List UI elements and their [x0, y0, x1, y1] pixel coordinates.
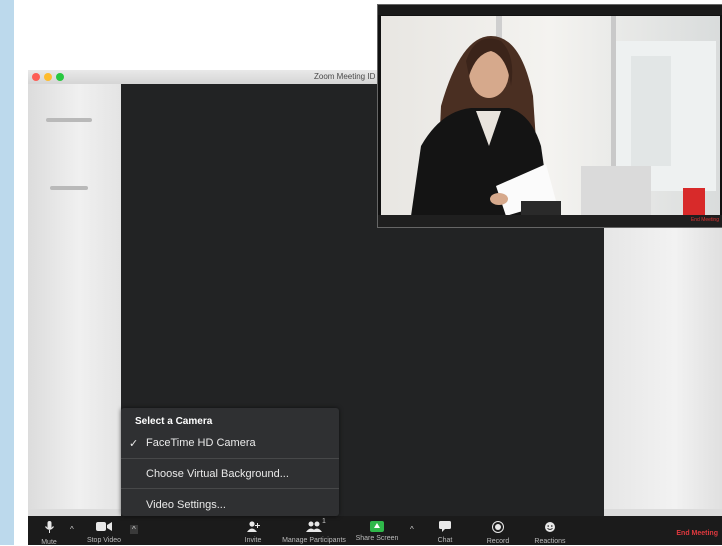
chat-label: Chat [437, 537, 453, 544]
maximize-window-button[interactable] [56, 73, 64, 81]
mute-button[interactable]: Mute [34, 516, 64, 546]
video-window-titlebar [378, 5, 722, 15]
record-button[interactable]: Record [482, 516, 514, 545]
add-person-icon [246, 521, 260, 534]
microphone-icon [44, 521, 54, 536]
window-title: Zoom Meeting ID [314, 72, 376, 81]
room-background-left [28, 84, 121, 509]
stop-video-button[interactable]: Stop Video [84, 516, 124, 545]
menu-item-label: Video Settings... [146, 499, 226, 511]
record-icon [492, 521, 504, 535]
select-camera-menu: Select a Camera ✓ FaceTime HD Camera Cho… [121, 408, 339, 516]
video-window-toolbar: End Meeting [378, 215, 722, 227]
share-screen-label: Share Screen [355, 535, 399, 542]
reactions-button[interactable]: Reactions [528, 516, 572, 545]
participant-count: 1 [322, 518, 326, 525]
menu-item-label: Choose Virtual Background... [146, 468, 289, 480]
menu-separator [121, 488, 339, 489]
end-meeting-button[interactable]: End Meeting [676, 530, 718, 537]
background-shelf [50, 186, 88, 190]
smiley-icon [544, 521, 556, 535]
share-screen-icon [370, 521, 384, 532]
video-options-caret-icon[interactable]: ^ [130, 525, 138, 534]
close-window-button[interactable] [32, 73, 40, 81]
participants-icon [306, 521, 322, 534]
background-shelf [46, 118, 92, 122]
audio-options-caret-icon[interactable]: ^ [70, 525, 74, 534]
page-edge-strip [0, 0, 14, 545]
meeting-video-window: End Meeting [377, 4, 722, 228]
meeting-toolbar: Mute ^ Stop Video ^ Invite 1 Manage Part… [28, 516, 722, 546]
record-label: Record [486, 538, 510, 545]
video-window-end-button[interactable]: End Meeting [691, 217, 719, 223]
menu-separator [121, 458, 339, 459]
menu-item-label: FaceTime HD Camera [146, 437, 256, 449]
reactions-label: Reactions [534, 538, 566, 545]
manage-participants-button[interactable]: 1 Manage Participants [278, 516, 350, 545]
chat-button[interactable]: Chat [432, 516, 458, 545]
share-screen-button[interactable]: Share Screen [354, 516, 400, 545]
share-options-caret-icon[interactable]: ^ [410, 525, 414, 534]
video-camera-icon [96, 521, 112, 534]
menu-title: Select a Camera [135, 416, 213, 427]
checkmark-icon: ✓ [129, 438, 139, 450]
chat-bubble-icon [439, 521, 451, 534]
minimize-window-button[interactable] [44, 73, 52, 81]
invite-button[interactable]: Invite [240, 516, 266, 545]
invite-label: Invite [244, 537, 262, 544]
stop-video-label: Stop Video [86, 537, 122, 544]
manage-participants-label: Manage Participants [282, 537, 346, 544]
participant-video [381, 16, 720, 216]
